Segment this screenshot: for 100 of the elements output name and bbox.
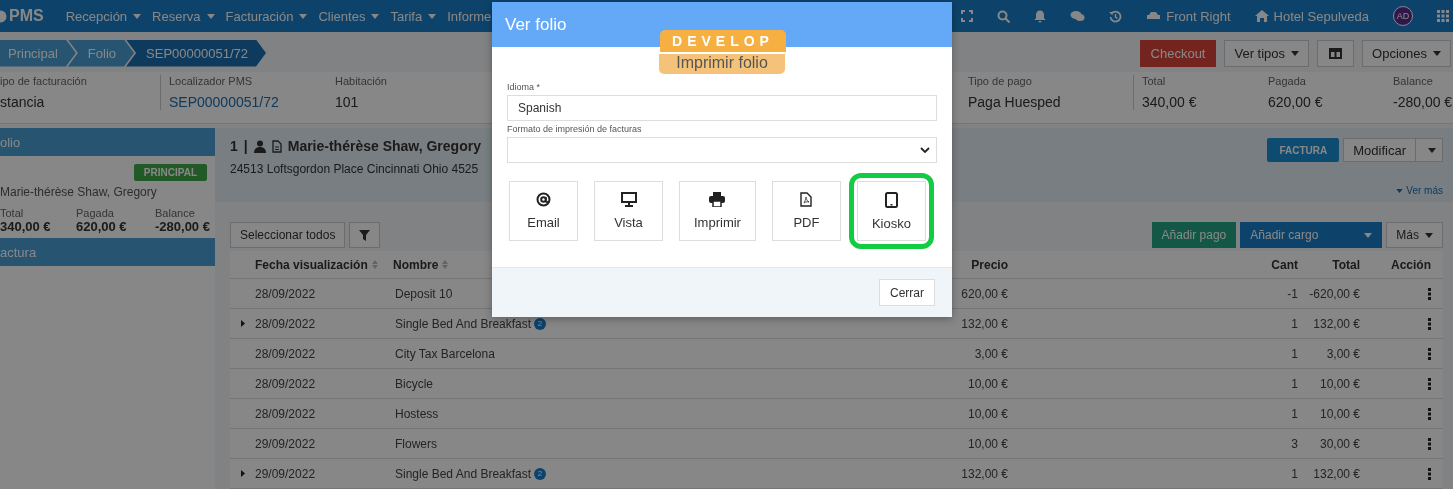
field-value: Paga Huesped <box>968 94 1062 110</box>
kebab-menu-icon[interactable] <box>1428 347 1431 360</box>
column-header[interactable]: Nombre <box>393 257 439 272</box>
invoice-button[interactable]: FACTURA <box>1267 138 1340 162</box>
dialog-title: Ver folio <box>505 14 567 35</box>
table-cell: 10,00 € <box>967 436 1008 451</box>
table-cell: 10,00 € <box>967 406 1008 421</box>
locator-link[interactable]: SEP00000051/72 <box>169 94 327 110</box>
table-cell: 3,00 € <box>1326 346 1360 361</box>
folio-number: 1 <box>230 138 238 154</box>
dropdown-button[interactable]: Opciones <box>1362 39 1451 67</box>
kebab-menu-icon[interactable] <box>1428 437 1431 450</box>
kebab-menu-icon[interactable] <box>1428 467 1431 480</box>
output-button[interactable]: Kiosko <box>856 181 926 241</box>
table-cell: 620,00 € <box>961 286 1008 301</box>
close-button[interactable]: Cerrar <box>879 279 935 306</box>
monitor-icon <box>620 192 637 207</box>
more-button[interactable]: Más <box>1386 222 1443 248</box>
nav-menu-item[interactable]: Recepción <box>65 8 142 24</box>
column-header: Cant <box>1271 257 1298 272</box>
tablet-icon <box>884 191 898 208</box>
output-button[interactable]: Vista <box>594 181 663 241</box>
caret-icon <box>371 13 380 19</box>
column-header: Acción <box>1391 257 1431 272</box>
bell-icon[interactable] <box>1034 9 1047 23</box>
nav-menu-item[interactable]: Reserva <box>152 8 215 24</box>
caret-icon <box>206 13 215 19</box>
checkout-button[interactable]: Checkout <box>1139 39 1217 67</box>
printer-icon <box>709 192 726 207</box>
field-label: Localizador PMS <box>169 75 254 87</box>
caret-icon <box>299 13 308 19</box>
kebab-menu-icon[interactable] <box>1428 317 1431 330</box>
kebab-menu-icon[interactable] <box>1428 287 1431 300</box>
location-label[interactable]: Front Right <box>1166 8 1231 24</box>
hotel-label[interactable]: Hotel Sepulveda <box>1273 8 1369 24</box>
add-charge-button[interactable]: Añadir cargo <box>1240 222 1383 248</box>
table-cell: 132,00 € <box>961 316 1008 331</box>
caret-icon <box>1364 232 1373 238</box>
field-label: Pagada <box>1268 75 1307 87</box>
table-cell: 1 <box>1291 376 1298 391</box>
breadcrumb-item[interactable]: SEP00000051/72 <box>126 39 266 67</box>
column-header: Precio <box>971 257 1008 272</box>
table-cell: 3,00 € <box>974 346 1008 361</box>
user-avatar[interactable]: AD <box>1393 6 1413 26</box>
output-button[interactable]: Imprimir <box>679 181 756 241</box>
item-count: 2 <box>534 467 547 480</box>
search-icon[interactable] <box>997 9 1011 23</box>
see-more-link[interactable]: Ver más <box>1396 185 1443 196</box>
nav-menu-item[interactable]: Clientes <box>318 8 380 24</box>
table-cell-text: 28/09/2022 <box>255 406 317 421</box>
column-header[interactable]: Fecha visualización <box>255 257 368 272</box>
dropdown-button[interactable]: Ver tipos <box>1224 39 1310 67</box>
modify-split-button[interactable]: Modificar <box>1343 138 1443 162</box>
folio-panel-header[interactable]: olio <box>0 128 215 156</box>
kebab-menu-icon[interactable] <box>1428 407 1431 420</box>
columns-button[interactable] <box>1317 39 1355 67</box>
table-cell: Single Bed And Breakfast <box>395 466 532 481</box>
filter-button[interactable] <box>349 222 381 248</box>
table-cell: 132,00 € <box>961 466 1008 481</box>
field-label: ipo de facturación <box>0 75 88 87</box>
language-field[interactable]: Spanish <box>507 95 937 121</box>
output-button[interactable]: Email <box>509 181 578 241</box>
caret-icon <box>133 13 142 19</box>
history-icon[interactable] <box>1109 9 1123 23</box>
field-label: Idioma * <box>507 82 542 92</box>
apps-grid-icon[interactable] <box>1437 10 1449 22</box>
guest-address: 24513 Loftsgordon Place Cincinnati Ohio 4525 <box>230 162 480 176</box>
dialog-subtitle: Imprimir folio <box>659 54 785 74</box>
table-cell: Bicycle <box>395 376 433 391</box>
table-cell: -620,00 € <box>1309 286 1360 301</box>
expand-caret-icon[interactable] <box>240 320 245 327</box>
item-count: 2 <box>534 317 547 330</box>
at-sign-icon <box>536 192 551 207</box>
table-cell: 1 <box>1291 346 1298 361</box>
output-button[interactable]: PDF <box>771 181 841 241</box>
total-value: 340,00 € <box>0 219 52 234</box>
table-cell: Single Bed And Breakfast <box>395 316 532 331</box>
select-all-button[interactable]: Seleccionar todos <box>230 222 346 248</box>
table-cell: 1 <box>1291 466 1298 481</box>
kebab-menu-icon[interactable] <box>1428 377 1431 390</box>
caret-icon <box>1291 50 1300 56</box>
table-cell: 132,00 € <box>1313 466 1360 481</box>
table-cell: 30,00 € <box>1319 436 1360 451</box>
total-label: Balance <box>155 207 196 219</box>
nav-menu-item[interactable]: Facturación <box>225 8 308 24</box>
breadcrumb-item[interactable]: Folio <box>67 39 135 67</box>
field-label: Tipo de pago <box>968 75 1033 87</box>
invoice-panel-header[interactable]: actura <box>0 238 215 266</box>
fullscreen-icon[interactable] <box>961 10 974 22</box>
caret-icon <box>428 13 437 19</box>
add-payment-button[interactable]: Añadir pago <box>1151 222 1237 248</box>
folio-holder-name: Marie-thérèse Shaw, Gregory <box>0 185 158 199</box>
table-cell-text: 29/09/2022 <box>255 436 317 451</box>
column-header: Total <box>1332 257 1360 272</box>
chat-icon[interactable] <box>1070 10 1086 22</box>
expand-caret-icon[interactable] <box>240 470 245 477</box>
filter-icon <box>359 229 371 241</box>
table-cell: City Tax Barcelona <box>395 346 495 361</box>
nav-menu-item[interactable]: Tarifa <box>390 8 437 24</box>
table-cell: 1 <box>1291 406 1298 421</box>
